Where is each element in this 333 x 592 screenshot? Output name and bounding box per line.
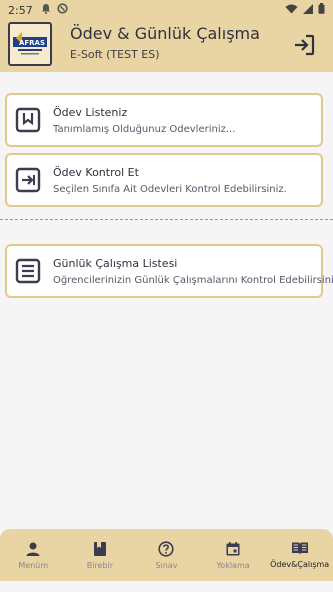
card-title: Ödev Kontrol Et <box>53 165 139 179</box>
list-document-icon <box>15 258 41 284</box>
card-title: Günlük Çalışma Listesi <box>53 256 178 270</box>
logout-icon <box>295 34 315 56</box>
card-description: Tanımlamış Olduğunuz Ödevleriniz... <box>53 123 236 135</box>
bookmark-note-icon <box>15 107 41 133</box>
nav-item-sinav[interactable]: Sınav <box>133 529 200 581</box>
nav-label: Ödev&Çalışma <box>270 560 330 569</box>
nav-item-yoklama[interactable]: Yoklama <box>200 529 267 581</box>
calendar-icon <box>226 541 240 555</box>
card-title: Ödev Listeniz <box>53 105 128 119</box>
page-subtitle: E-Soft (TEST ES) <box>70 48 160 61</box>
logo-emblem-icon: AFRAS <box>13 32 47 55</box>
person-icon <box>26 542 40 556</box>
question-icon <box>158 540 175 557</box>
wifi-icon <box>285 4 298 17</box>
data-saver-icon <box>57 3 68 17</box>
card-description: Öğrencilerinizin Günlük Çalışmalarını Ko… <box>53 274 333 286</box>
card-homework-list[interactable]: Ödev Listeniz Tanımlamış Olduğunuz Ödevl… <box>5 93 323 147</box>
logout-button[interactable] <box>291 32 317 58</box>
notification-bell-icon <box>41 3 51 17</box>
nav-label: Yoklama <box>216 560 250 570</box>
battery-icon <box>318 3 325 17</box>
page-title: Ödev & Günlük Çalışma <box>70 24 260 43</box>
open-book-icon <box>291 542 308 555</box>
nav-label: Birebir <box>86 560 114 570</box>
card-homework-check[interactable]: Ödev Kontrol Et Seçilen Sınıfa Ait Ödevl… <box>5 153 323 207</box>
app-header: AFRAS Ödev & Günlük Çalışma E-Soft (TEST… <box>0 20 333 72</box>
bottom-navigation: Menüm Birebir Sınav Yoklama Ödev&Çalışma <box>0 529 333 581</box>
nav-item-birebir[interactable]: Birebir <box>67 529 134 581</box>
svg-text:AFRAS: AFRAS <box>19 39 45 47</box>
book-icon <box>93 541 106 556</box>
nav-label: Menüm <box>18 560 49 570</box>
nav-label: Sınav <box>155 560 178 570</box>
status-bar: 2:57 <box>0 0 333 20</box>
status-time: 2:57 <box>8 3 33 17</box>
nav-item-odev-calisma[interactable]: Ödev&Çalışma <box>266 529 333 581</box>
section-divider <box>0 219 333 220</box>
system-nav-strip <box>0 581 333 592</box>
card-daily-study-list[interactable]: Günlük Çalışma Listesi Öğrencilerinizin … <box>5 244 333 298</box>
card-description: Seçilen Sınıfa Ait Ödevleri Kontrol Edeb… <box>53 183 287 195</box>
school-logo: AFRAS <box>8 22 52 66</box>
input-arrow-icon <box>15 167 41 193</box>
nav-item-menum[interactable]: Menüm <box>0 529 67 581</box>
signal-icon <box>303 3 313 17</box>
